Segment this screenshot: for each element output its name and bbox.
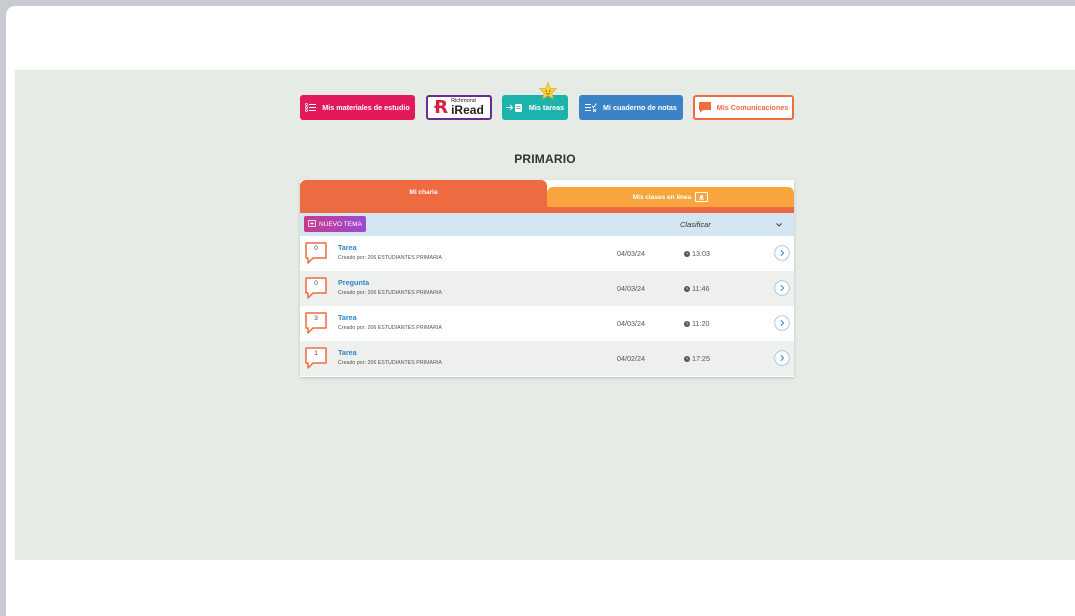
chevron-right-icon[interactable] bbox=[774, 280, 790, 296]
topic-author: Creado por: 206 ESTUDIANTES PRIMARIA bbox=[338, 360, 442, 366]
iread-brand-big: iRead bbox=[451, 103, 484, 118]
topic-row[interactable]: 0 Tarea Creado por: 206 ESTUDIANTES PRIM… bbox=[300, 236, 794, 271]
topic-title[interactable]: Tarea bbox=[338, 313, 357, 322]
topic-date: 04/03/24 bbox=[617, 284, 645, 293]
topic-row[interactable]: 3 Tarea Creado por: 206 ESTUDIANTES PRIM… bbox=[300, 306, 794, 341]
comment-count: 3 bbox=[314, 315, 318, 322]
study-materials-label: Mis materiales de estudio bbox=[322, 103, 410, 112]
topic-time-value: 11:20 bbox=[692, 319, 710, 328]
topic-date: 04/02/24 bbox=[617, 354, 645, 363]
comment-count: 1 bbox=[314, 350, 318, 357]
comment-count: 0 bbox=[314, 245, 318, 252]
sort-label: Clasificar bbox=[680, 220, 711, 229]
tab-online-classes-label: Mis clases en línea bbox=[632, 193, 692, 201]
clock-icon bbox=[684, 250, 690, 257]
iread-button[interactable]: Ɍ Richmond iRead bbox=[426, 95, 492, 120]
notebook-button[interactable]: Mi cuaderno de notas bbox=[579, 95, 683, 120]
panel-tabs: Mis clases en línea Mi charla bbox=[300, 180, 794, 213]
topic-title[interactable]: Tarea bbox=[338, 243, 357, 252]
star-icon bbox=[539, 82, 557, 100]
topic-author: Creado por: 206 ESTUDIANTES PRIMARIA bbox=[338, 325, 442, 331]
topic-title[interactable]: Pregunta bbox=[338, 278, 369, 287]
chevron-down-icon[interactable] bbox=[775, 221, 783, 229]
topic-toolbar: NUEVO TEMA Clasificar bbox=[300, 213, 794, 236]
communications-button[interactable]: Mis Comunicaciones bbox=[693, 95, 794, 120]
topic-title[interactable]: Tarea bbox=[338, 348, 357, 357]
add-topic-icon bbox=[308, 220, 316, 227]
chevron-right-icon[interactable] bbox=[774, 245, 790, 261]
topic-time: 13:03 bbox=[684, 249, 710, 258]
chat-panel: Mis clases en línea Mi charla NUEVO TEMA… bbox=[300, 180, 794, 377]
new-topic-button[interactable]: NUEVO TEMA bbox=[304, 216, 366, 232]
richmond-r-icon: Ɍ bbox=[434, 96, 449, 118]
topic-time: 17:25 bbox=[684, 354, 710, 363]
topic-date: 04/03/24 bbox=[617, 249, 645, 258]
comment-count: 0 bbox=[314, 280, 318, 287]
topic-author: Creado por: 206 ESTUDIANTES PRIMARIA bbox=[338, 255, 442, 261]
topic-time: 11:20 bbox=[684, 319, 709, 328]
iread-logo: Ɍ Richmond iRead bbox=[434, 96, 484, 118]
list-icon bbox=[305, 103, 317, 112]
clock-icon bbox=[684, 355, 690, 362]
study-materials-button[interactable]: Mis materiales de estudio bbox=[300, 95, 415, 120]
my-tasks-label: Mis tareas bbox=[528, 103, 565, 112]
chevron-right-icon[interactable] bbox=[774, 350, 790, 366]
clock-icon bbox=[684, 285, 690, 292]
page-title: PRIMARIO bbox=[514, 152, 576, 166]
topic-time: 11:46 bbox=[684, 284, 709, 293]
monitor-icon bbox=[695, 192, 709, 202]
topic-row[interactable]: 1 Tarea Creado por: 206 ESTUDIANTES PRIM… bbox=[300, 341, 794, 376]
sort-dropdown[interactable]: Clasificar bbox=[680, 213, 711, 236]
my-tasks-button[interactable]: Mis tareas bbox=[502, 82, 568, 120]
app-content: Mis materiales de estudio Ɍ Richmond iRe… bbox=[15, 70, 1075, 560]
topic-list: 0 Tarea Creado por: 206 ESTUDIANTES PRIM… bbox=[300, 236, 794, 376]
topic-time-value: 17:25 bbox=[692, 354, 710, 363]
topic-time-value: 11:46 bbox=[692, 284, 710, 293]
communications-label: Mis Comunicaciones bbox=[716, 103, 789, 112]
chat-bubble-icon bbox=[698, 102, 711, 113]
arrow-clipboard-icon bbox=[505, 104, 522, 112]
clock-icon bbox=[684, 320, 690, 327]
topic-author: Creado por: 206 ESTUDIANTES PRIMARIA bbox=[338, 290, 442, 296]
browser-frame: Mis materiales de estudio Ɍ Richmond iRe… bbox=[6, 6, 1075, 616]
topic-date: 04/03/24 bbox=[617, 319, 645, 328]
top-navigation: Mis materiales de estudio Ɍ Richmond iRe… bbox=[15, 82, 1075, 123]
topic-row[interactable]: 0 Pregunta Creado por: 206 ESTUDIANTES P… bbox=[300, 271, 794, 306]
checklist-icon bbox=[585, 103, 597, 112]
tab-my-chat-label: Mi charla bbox=[409, 189, 438, 196]
new-topic-label: NUEVO TEMA bbox=[319, 220, 362, 228]
topic-time-value: 13:03 bbox=[692, 249, 710, 258]
notebook-label: Mi cuaderno de notas bbox=[603, 103, 677, 112]
chevron-right-icon[interactable] bbox=[774, 315, 790, 331]
